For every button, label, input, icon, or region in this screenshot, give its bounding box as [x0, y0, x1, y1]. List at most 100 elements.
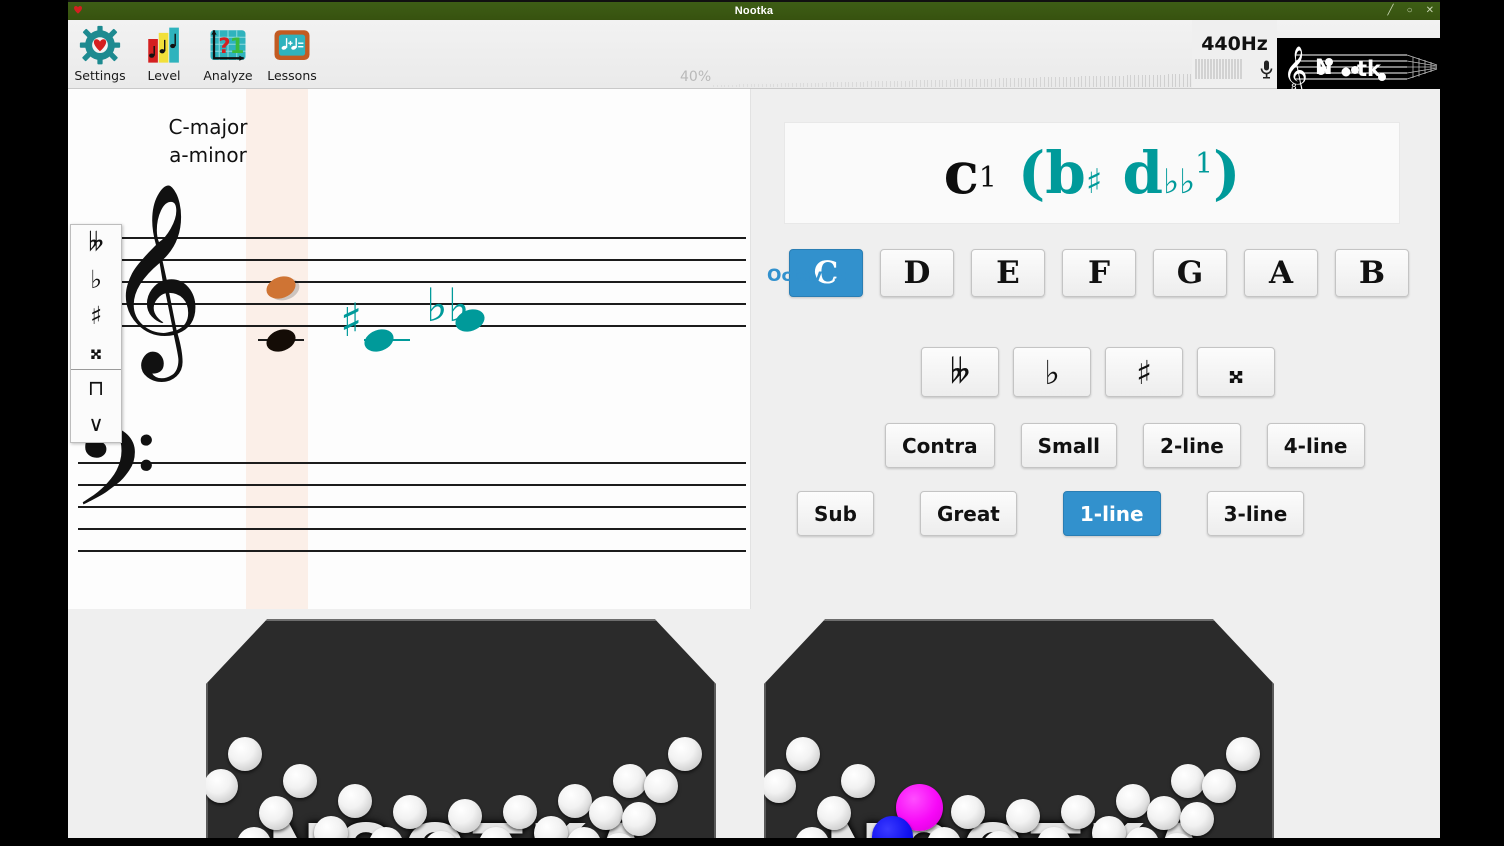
bandoneon-button[interactable]: [589, 796, 623, 831]
bandoneon-button[interactable]: [817, 796, 851, 831]
bandoneon-button[interactable]: [622, 802, 656, 836]
sharp-button[interactable]: ♯: [1105, 347, 1183, 397]
slider-tick: [893, 80, 895, 87]
enharmonic-note-sharp[interactable]: [361, 325, 397, 356]
octave-button-small[interactable]: Small: [1020, 423, 1118, 468]
bandoneon-button[interactable]: [764, 769, 796, 803]
slider-tick: [777, 83, 779, 87]
volume-meter-bar: [1201, 59, 1203, 79]
bandoneon-button[interactable]: [558, 783, 592, 818]
slider-tick: [1021, 77, 1023, 87]
slider-tick: [863, 81, 865, 87]
slider-tick: [795, 83, 797, 87]
slider-tick: [1077, 76, 1079, 87]
slider-tick: [904, 80, 906, 87]
volume-meter-bar: [1195, 59, 1197, 79]
note-button-f[interactable]: F: [1062, 249, 1136, 297]
menu-item-down-bow[interactable]: ⊓: [71, 370, 121, 406]
microphone-icon[interactable]: [1259, 59, 1274, 79]
bandoneon-right-hand[interactable]: NOOTKA: [764, 619, 1274, 838]
note-selector-panel: c1 (b♯ d♭♭1) C D E F G A B 𝄫 ♭ ♯ 𝄪 Octav…: [751, 89, 1440, 609]
bandoneon-button[interactable]: [668, 737, 702, 771]
note-button-e[interactable]: E: [971, 249, 1045, 297]
bandoneon-button[interactable]: [1226, 737, 1260, 771]
slider-tick: [878, 81, 880, 87]
flat-button[interactable]: ♭: [1013, 347, 1091, 397]
slider-tick: [919, 80, 921, 87]
slider-tick: [983, 78, 985, 87]
bandoneon-button[interactable]: [1147, 796, 1181, 831]
bandoneon-button[interactable]: [1061, 795, 1095, 830]
bandoneon-button[interactable]: [1202, 769, 1236, 803]
slider-tick: [1028, 77, 1030, 87]
bandoneon-button[interactable]: [1180, 802, 1214, 836]
toolbar-item-analyze[interactable]: ? 1 Analyze: [196, 25, 260, 83]
lessons-blackboard-icon: [274, 30, 310, 60]
slider-tick: [1122, 75, 1124, 87]
slider-tick: [1017, 77, 1019, 87]
volume-meter-bar: [1228, 59, 1230, 79]
slider-tick: [1036, 77, 1038, 87]
bandoneon-button[interactable]: [613, 764, 647, 799]
octaves-label: Octaves:: [767, 266, 851, 286]
octave-button-3-line[interactable]: 3-line: [1206, 491, 1305, 536]
volume-meter-bar: [1210, 59, 1212, 79]
bandoneon-left-hand[interactable]: NOOTKA: [206, 619, 716, 838]
menu-item-flat[interactable]: ♭: [71, 261, 121, 297]
octave-button-1-line[interactable]: 1-line: [1062, 491, 1161, 536]
maximize-button[interactable]: ○: [1407, 6, 1413, 16]
bandoneon-button[interactable]: [228, 737, 262, 771]
slider-tick: [1047, 77, 1049, 87]
bandoneon-button[interactable]: [206, 769, 238, 803]
slider-tick: [780, 83, 782, 87]
bandoneon-button[interactable]: [1171, 764, 1205, 799]
enharmonic-sharp-accidental[interactable]: ♯: [340, 297, 362, 343]
staff-line: [78, 550, 746, 552]
bandoneon-button[interactable]: [393, 795, 427, 830]
accidental-context-menu[interactable]: 𝄫 ♭ ♯ 𝄪 ⊓ ∨: [70, 224, 122, 443]
octave-button-great[interactable]: Great: [919, 491, 1017, 536]
bandoneon-button[interactable]: [448, 799, 482, 833]
tuner-frequency: 440Hz: [1201, 33, 1268, 55]
octave-button-sub[interactable]: Sub: [797, 491, 874, 536]
bandoneon-button[interactable]: [259, 796, 293, 831]
octave-button-4-line[interactable]: 4-line: [1266, 423, 1365, 468]
bandoneon-button[interactable]: [338, 783, 372, 818]
slider-tick: [743, 84, 745, 87]
octave-button-2-line[interactable]: 2-line: [1143, 423, 1241, 468]
bandoneon-button[interactable]: [786, 737, 820, 771]
bandoneon-button[interactable]: [283, 764, 317, 799]
bandoneon-button[interactable]: [644, 769, 678, 803]
menu-item-double-flat[interactable]: 𝄫: [71, 225, 121, 261]
volume-meter-bar: [1216, 59, 1218, 79]
toolbar-item-settings[interactable]: Settings: [68, 25, 132, 83]
note-button-d[interactable]: D: [880, 249, 954, 297]
note-button-a[interactable]: A: [1244, 249, 1318, 297]
bandoneon-button[interactable]: [503, 795, 537, 830]
double-flat-button[interactable]: 𝄫: [921, 347, 999, 397]
octave-button-contra[interactable]: Contra: [885, 423, 995, 468]
note-button-g[interactable]: G: [1153, 249, 1227, 297]
menu-item-up-bow[interactable]: ∨: [71, 406, 121, 442]
menu-item-double-sharp[interactable]: 𝄪: [71, 333, 121, 369]
treble-staff: 𝄞: [68, 195, 750, 360]
toolbar-item-lessons[interactable]: Lessons: [260, 25, 324, 83]
instrument-view-bandoneon[interactable]: NOOTKA NOOTKA ⊓ ∨: [68, 609, 1440, 838]
gear-heart-icon: [79, 25, 121, 65]
slider-tick: [979, 78, 981, 87]
slider-tick: [1134, 75, 1136, 87]
menu-item-sharp[interactable]: ♯: [71, 297, 121, 333]
bandoneon-button[interactable]: [951, 795, 985, 830]
volume-meter-bar: [1231, 59, 1233, 79]
slider-tick: [840, 82, 842, 87]
close-button[interactable]: ✕: [1426, 6, 1434, 16]
bandoneon-button[interactable]: [841, 764, 875, 799]
nootka-logo: 𝄞 N tk 8: [1277, 38, 1440, 94]
note-button-b[interactable]: B: [1335, 249, 1409, 297]
minimize-button[interactable]: ╱: [1388, 6, 1394, 16]
bandoneon-button[interactable]: [1116, 783, 1150, 818]
score-view[interactable]: C-major a-minor 𝄞 𝄢 ♯ ♭♭ 𝄫 ♭ ♯ 𝄪 ⊓ ∨: [68, 89, 751, 609]
bandoneon-button[interactable]: [1006, 799, 1040, 833]
toolbar-item-level[interactable]: Level: [132, 25, 196, 83]
double-sharp-button[interactable]: 𝄪: [1197, 347, 1275, 397]
